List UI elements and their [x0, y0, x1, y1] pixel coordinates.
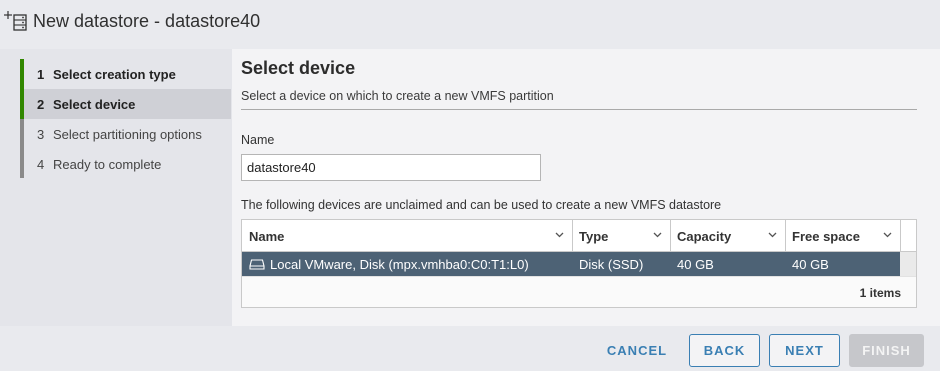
step-number: 2 [37, 96, 45, 112]
back-button[interactable]: BACK [689, 334, 760, 367]
column-header-type[interactable]: Type [572, 220, 670, 252]
step-label: Select device [53, 96, 136, 112]
column-divider [900, 220, 901, 252]
column-header-free-space[interactable]: Free space [785, 220, 900, 252]
cancel-button[interactable]: CANCEL [598, 334, 676, 367]
name-label: Name [241, 133, 275, 147]
step-select-partitioning-options[interactable]: 3 Select partitioning options [24, 119, 231, 149]
step-number: 3 [37, 126, 45, 142]
column-header-name[interactable]: Name [242, 220, 572, 252]
column-title: Name [249, 228, 285, 244]
wizard-steps: 1 Select creation type 2 Select device 3… [0, 49, 232, 326]
step-select-creation-type[interactable]: 1 Select creation type [24, 59, 231, 89]
main-pane: Select device Select a device on which t… [232, 49, 940, 326]
cell-name: Local VMware, Disk (mpx.vmhba0:C0:T1:L0) [242, 252, 572, 276]
page-title: Select device [241, 58, 356, 78]
cell-type: Disk (SSD) [579, 256, 644, 272]
grid-header: Name Type Capacity Free space [242, 220, 916, 252]
devices-description: The following devices are unclaimed and … [241, 198, 722, 212]
step-label: Ready to complete [53, 156, 162, 172]
step-number: 1 [37, 66, 45, 82]
dialog-footer: CANCEL BACK NEXT FINISH [0, 326, 940, 371]
chevron-down-icon[interactable] [768, 230, 777, 239]
step-label: Select creation type [53, 66, 176, 82]
cell-free-space: 40 GB [792, 256, 829, 272]
new-datastore-dialog: New datastore - datastore40 1 Select cre… [0, 0, 940, 371]
vertical-scrollbar[interactable] [900, 252, 916, 276]
next-button[interactable]: NEXT [769, 334, 840, 367]
page-subtitle: Select a device on which to create a new… [241, 89, 554, 103]
step-ready-to-complete[interactable]: 4 Ready to complete [24, 149, 231, 179]
title-bar: New datastore - datastore40 [0, 0, 940, 46]
column-title: Type [579, 228, 609, 244]
cell-capacity: 40 GB [677, 256, 714, 272]
datastore-name-input[interactable] [241, 154, 541, 181]
finish-button[interactable]: FINISH [849, 334, 924, 367]
column-header-capacity[interactable]: Capacity [670, 220, 785, 252]
step-label: Select partitioning options [53, 126, 202, 142]
chevron-down-icon[interactable] [653, 230, 662, 239]
table-row[interactable]: Local VMware, Disk (mpx.vmhba0:C0:T1:L0)… [242, 252, 900, 276]
item-count: 1 items [859, 286, 901, 300]
chevron-down-icon[interactable] [883, 230, 892, 239]
grid-footer: 1 items [242, 276, 916, 307]
dialog-title: New datastore - datastore40 [33, 11, 261, 31]
column-title: Free space [792, 228, 860, 244]
step-number: 4 [37, 156, 45, 172]
disk-icon [249, 259, 265, 270]
divider [241, 109, 917, 110]
step-select-device[interactable]: 2 Select device [24, 89, 231, 119]
device-name: Local VMware, Disk (mpx.vmhba0:C0:T1:L0) [270, 256, 529, 272]
column-title: Capacity [677, 228, 732, 244]
chevron-down-icon[interactable] [555, 230, 564, 239]
device-grid: Name Type Capacity Free space Local VMwa… [241, 219, 917, 308]
new-datastore-icon [4, 11, 27, 31]
